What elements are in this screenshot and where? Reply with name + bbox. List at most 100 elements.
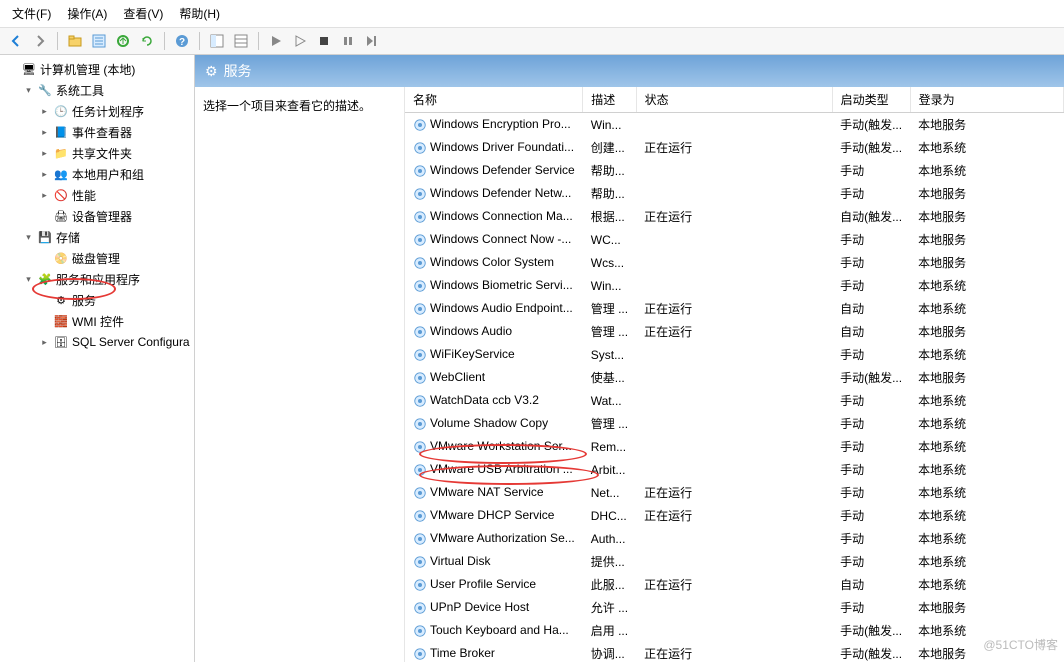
service-row[interactable]: Virtual Disk提供...手动本地系统 (405, 550, 1064, 573)
cell-status (636, 619, 832, 642)
col-name[interactable]: 名称 (405, 87, 583, 113)
service-row[interactable]: WebClient使基...手动(触发...本地服务 (405, 366, 1064, 389)
folder-button[interactable] (65, 31, 85, 51)
toolbar: ? (0, 28, 1064, 55)
service-row[interactable]: Touch Keyboard and Ha...启用 ...手动(触发...本地… (405, 619, 1064, 642)
back-button[interactable] (6, 31, 26, 51)
col-status[interactable]: 状态 (636, 87, 832, 113)
tree-item[interactable]: ⚙服务 (0, 290, 194, 311)
service-row[interactable]: Windows Audio管理 ...正在运行自动本地服务 (405, 320, 1064, 343)
service-row[interactable]: Time Broker协调...正在运行手动(触发...本地服务 (405, 642, 1064, 662)
expander-icon[interactable]: ▾ (23, 274, 34, 285)
service-row[interactable]: UPnP Device Host允许 ...手动本地服务 (405, 596, 1064, 619)
start-button[interactable] (266, 31, 286, 51)
refresh-button[interactable] (137, 31, 157, 51)
cell-logon: 本地服务 (910, 320, 1063, 343)
expander-icon[interactable] (39, 211, 50, 222)
expander-icon[interactable] (7, 64, 18, 75)
service-row[interactable]: Volume Shadow Copy管理 ...手动本地系统 (405, 412, 1064, 435)
start-outline-button[interactable] (290, 31, 310, 51)
expander-icon[interactable]: ▸ (39, 337, 50, 348)
tree-label: 本地用户和组 (72, 166, 144, 183)
cell-status (636, 113, 832, 137)
tree-item[interactable]: ▾💾存储 (0, 227, 194, 248)
restart-button[interactable] (362, 31, 382, 51)
service-row[interactable]: Windows Defender Service帮助...手动本地系统 (405, 159, 1064, 182)
forward-button[interactable] (30, 31, 50, 51)
tree-item[interactable]: 🖨设备管理器 (0, 206, 194, 227)
cell-startup: 手动(触发... (832, 113, 910, 137)
tree-item[interactable]: ▸👥本地用户和组 (0, 164, 194, 185)
cell-name: Windows Biometric Servi... (405, 274, 583, 297)
props-button[interactable] (89, 31, 109, 51)
service-row[interactable]: WatchData ccb V3.2Wat...手动本地系统 (405, 389, 1064, 412)
tree-item[interactable]: ▸🚫性能 (0, 185, 194, 206)
service-row[interactable]: Windows Connect Now -...WC...手动本地服务 (405, 228, 1064, 251)
tree-icon: 👥 (53, 167, 69, 183)
help-button[interactable]: ? (172, 31, 192, 51)
service-row[interactable]: VMware Authorization Se...Auth...手动本地系统 (405, 527, 1064, 550)
cell-name: Windows Connect Now -... (405, 228, 583, 251)
expander-icon[interactable] (39, 253, 50, 264)
viewmode1-button[interactable] (207, 31, 227, 51)
expander-icon[interactable]: ▸ (39, 127, 50, 138)
expander-icon[interactable]: ▾ (23, 232, 34, 243)
service-row[interactable]: Windows Audio Endpoint...管理 ...正在运行自动本地系… (405, 297, 1064, 320)
cell-desc: DHC... (583, 504, 636, 527)
tree-item[interactable]: ▸🕒任务计划程序 (0, 101, 194, 122)
cell-desc: Wat... (583, 389, 636, 412)
service-row[interactable]: Windows Encryption Pro...Win...手动(触发...本… (405, 113, 1064, 137)
expander-icon[interactable]: ▸ (39, 169, 50, 180)
viewmode2-button[interactable] (231, 31, 251, 51)
tree-item[interactable]: 📀磁盘管理 (0, 248, 194, 269)
menu-view[interactable]: 查看(V) (119, 3, 167, 24)
service-row[interactable]: VMware Workstation Ser...Rem...手动本地系统 (405, 435, 1064, 458)
cell-status: 正在运行 (636, 642, 832, 662)
cell-name: Touch Keyboard and Ha... (405, 619, 583, 642)
pause-button[interactable] (338, 31, 358, 51)
service-row[interactable]: Windows Defender Netw...帮助...手动本地服务 (405, 182, 1064, 205)
tree-item[interactable]: ▸🗄SQL Server Configura (0, 332, 194, 352)
cell-logon: 本地服务 (910, 251, 1063, 274)
cell-desc: 帮助... (583, 159, 636, 182)
col-logon[interactable]: 登录为 (910, 87, 1063, 113)
service-row[interactable]: Windows Color SystemWcs...手动本地服务 (405, 251, 1064, 274)
col-desc[interactable]: 描述 (583, 87, 636, 113)
cell-desc: 帮助... (583, 182, 636, 205)
stop-button[interactable] (314, 31, 334, 51)
tree-item[interactable]: 🧱WMI 控件 (0, 311, 194, 332)
col-startup[interactable]: 启动类型 (832, 87, 910, 113)
menu-file[interactable]: 文件(F) (8, 3, 55, 24)
expander-icon[interactable]: ▾ (23, 85, 34, 96)
expander-icon[interactable]: ▸ (39, 190, 50, 201)
tree-pane[interactable]: 🖥计算机管理 (本地)▾🔧系统工具▸🕒任务计划程序▸📘事件查看器▸📁共享文件夹▸… (0, 55, 195, 662)
services-list[interactable]: 名称 描述 状态 启动类型 登录为 Windows Encryption Pro… (405, 87, 1064, 662)
service-row[interactable]: WiFiKeyServiceSyst...手动本地系统 (405, 343, 1064, 366)
service-row[interactable]: Windows Biometric Servi...Win...手动本地系统 (405, 274, 1064, 297)
export-button[interactable] (113, 31, 133, 51)
svg-text:?: ? (179, 37, 185, 48)
service-row[interactable]: Windows Driver Foundati...创建...正在运行手动(触发… (405, 136, 1064, 159)
expander-icon[interactable]: ▸ (39, 148, 50, 159)
cell-logon: 本地系统 (910, 458, 1063, 481)
tree-item[interactable]: ▾🧩服务和应用程序 (0, 269, 194, 290)
expander-icon[interactable]: ▸ (39, 106, 50, 117)
cell-name: WiFiKeyService (405, 343, 583, 366)
tree-item[interactable]: ▸📘事件查看器 (0, 122, 194, 143)
menu-help[interactable]: 帮助(H) (175, 3, 224, 24)
tree-icon: 🕒 (53, 104, 69, 120)
tree-item[interactable]: 🖥计算机管理 (本地) (0, 59, 194, 80)
expander-icon[interactable] (39, 295, 50, 306)
service-row[interactable]: User Profile Service此服...正在运行自动本地系统 (405, 573, 1064, 596)
service-row[interactable]: VMware NAT ServiceNet...正在运行手动本地系统 (405, 481, 1064, 504)
service-row[interactable]: VMware USB Arbitration ...Arbit...手动本地系统 (405, 458, 1064, 481)
expander-icon[interactable] (39, 316, 50, 327)
menu-action[interactable]: 操作(A) (63, 3, 111, 24)
cell-desc: 管理 ... (583, 412, 636, 435)
tree-item[interactable]: ▾🔧系统工具 (0, 80, 194, 101)
tree-item[interactable]: ▸📁共享文件夹 (0, 143, 194, 164)
service-row[interactable]: VMware DHCP ServiceDHC...正在运行手动本地系统 (405, 504, 1064, 527)
service-row[interactable]: Windows Connection Ma...根据...正在运行自动(触发..… (405, 205, 1064, 228)
cell-desc: 启用 ... (583, 619, 636, 642)
cell-startup: 自动 (832, 297, 910, 320)
